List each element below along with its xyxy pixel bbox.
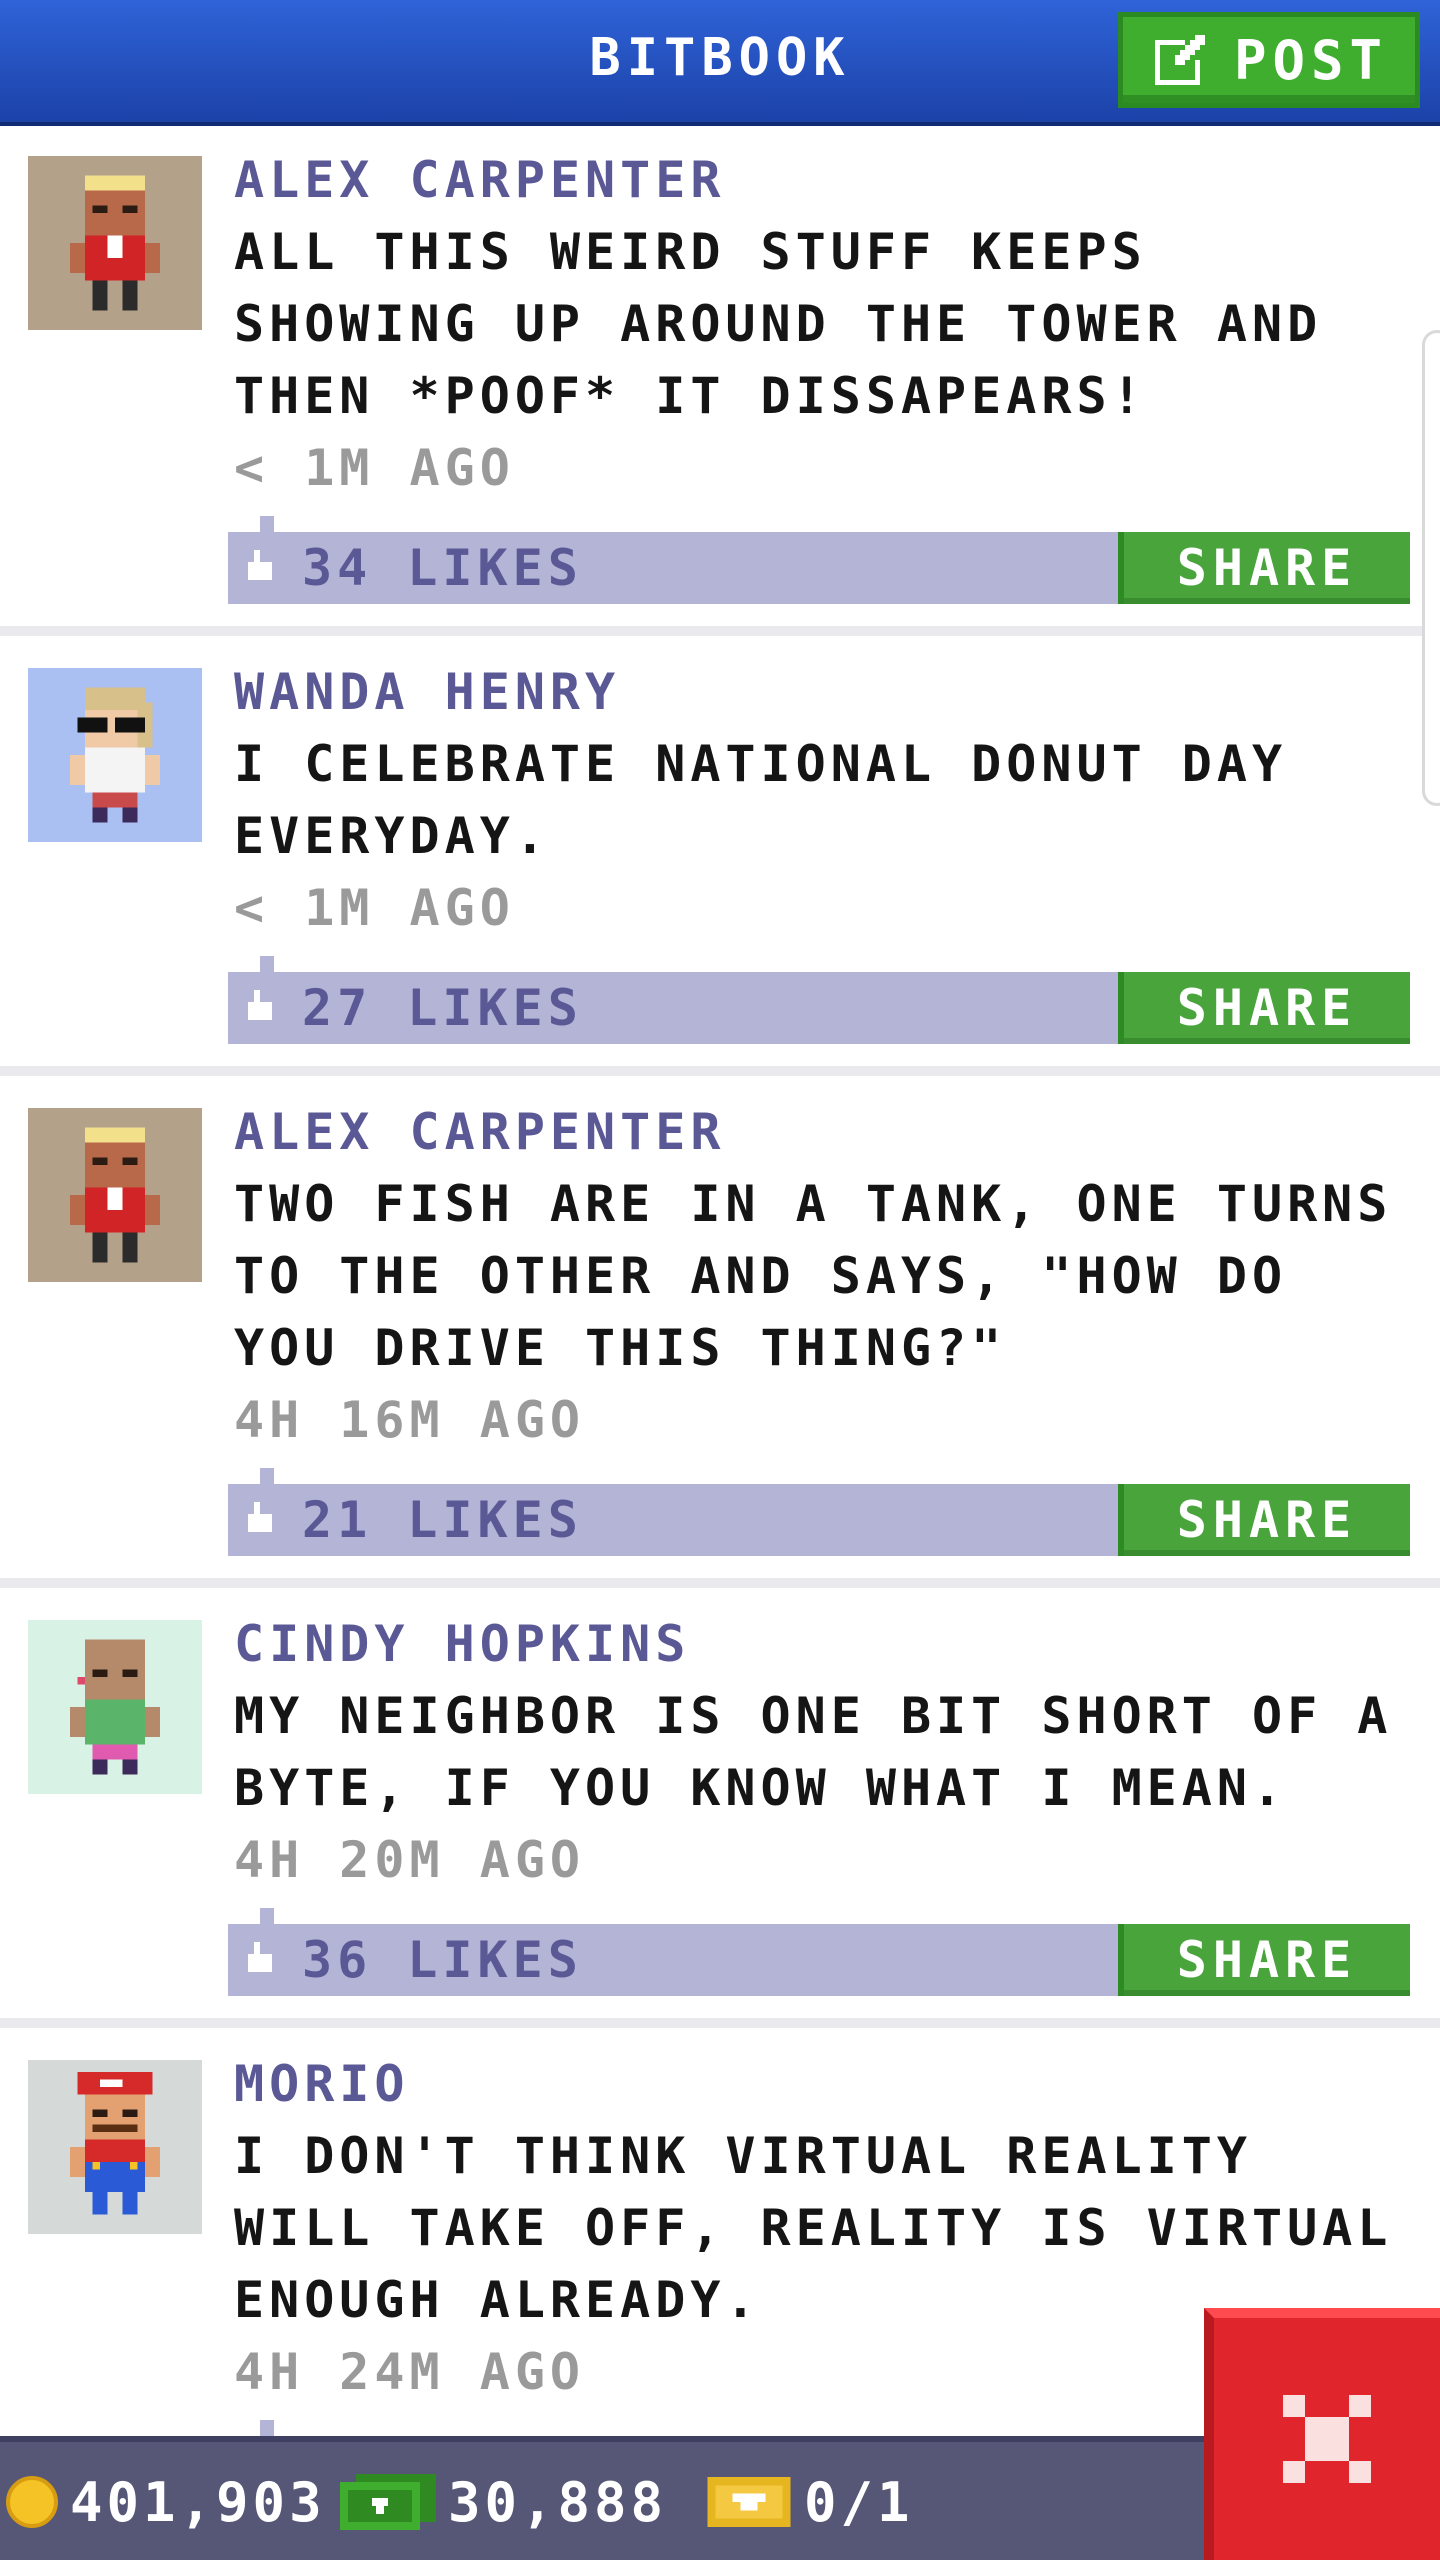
share-button[interactable]: SHARE	[1118, 1924, 1410, 1996]
likes-count: 27 LIKES	[302, 979, 583, 1037]
wanda-avatar-icon	[70, 687, 160, 823]
post-divider	[0, 1066, 1440, 1076]
post-divider	[0, 626, 1440, 636]
share-button[interactable]: SHARE	[1118, 1484, 1410, 1556]
post-button[interactable]: POST	[1118, 12, 1420, 108]
close-button[interactable]	[1204, 2308, 1440, 2560]
likes-bar-tab	[260, 1468, 274, 1484]
app-header: BITBOOK POST	[0, 0, 1440, 126]
avatar[interactable]	[28, 1620, 202, 1794]
post-text: I DON'T THINK VIRTUAL REALITY WILL TAKE …	[234, 2127, 1393, 2329]
morio-avatar-icon	[70, 2072, 160, 2215]
likes-bar: 21 LIKES SHARE	[228, 1468, 1410, 1556]
like-icon[interactable]	[242, 990, 278, 1026]
post-time: < 1M AGO	[234, 879, 515, 937]
avatar[interactable]	[28, 1108, 202, 1282]
post-time: 4H 16M AGO	[234, 1391, 586, 1449]
post-text: MY NEIGHBOR IS ONE BIT SHORT OF A BYTE, …	[234, 1687, 1393, 1817]
coins-value: 401,903	[70, 2470, 326, 2534]
post-divider	[0, 1578, 1440, 1588]
like-icon[interactable]	[242, 550, 278, 586]
post-time: 4H 24M AGO	[234, 2343, 586, 2401]
tickets-value: 0/1	[804, 2470, 914, 2534]
cindy-avatar-icon	[70, 1639, 160, 1775]
post-text: TWO FISH ARE IN A TANK, ONE TURNS TO THE…	[234, 1175, 1393, 1377]
bux-value: 30,888	[448, 2470, 668, 2534]
avatar[interactable]	[28, 2060, 202, 2234]
post-author[interactable]: ALEX CARPENTER	[234, 144, 725, 216]
bux-icon	[340, 2474, 436, 2530]
feed-scrollbar[interactable]	[1422, 330, 1440, 806]
likes-bar-tab	[260, 956, 274, 972]
post-author[interactable]: ALEX CARPENTER	[234, 1096, 725, 1168]
post-author[interactable]: CINDY HOPKINS	[234, 1608, 690, 1680]
likes-count: 36 LIKES	[302, 1931, 583, 1989]
bux-stat: 30,888	[340, 2462, 667, 2542]
like-icon[interactable]	[242, 1942, 278, 1978]
post-button-label: POST	[1233, 28, 1389, 92]
post-author[interactable]: WANDA HENRY	[234, 656, 620, 728]
likes-bar: 34 LIKES SHARE	[228, 516, 1410, 604]
close-icon	[1283, 2395, 1371, 2483]
coin-icon	[6, 2476, 58, 2528]
post-text: ALL THIS WEIRD STUFF KEEPS SHOWING UP AR…	[234, 223, 1323, 425]
share-button[interactable]: SHARE	[1118, 532, 1410, 604]
likes-bar: 27 LIKES SHARE	[228, 956, 1410, 1044]
post-time: 4H 20M AGO	[234, 1831, 586, 1889]
like-icon[interactable]	[242, 1502, 278, 1538]
alex-avatar-icon	[70, 175, 160, 311]
compose-icon	[1154, 35, 1205, 85]
post-divider	[0, 2018, 1440, 2028]
likes-bar-tab	[260, 516, 274, 532]
avatar[interactable]	[28, 156, 202, 330]
ticket-icon	[707, 2477, 791, 2527]
likes-bar: 36 LIKES SHARE	[228, 1908, 1410, 1996]
likes-count: 21 LIKES	[302, 1491, 583, 1549]
avatar[interactable]	[28, 668, 202, 842]
post-author[interactable]: MORIO	[234, 2048, 410, 2120]
likes-bar-tab	[260, 2420, 274, 2436]
alex-avatar-icon	[70, 1127, 160, 1263]
likes-count: 34 LIKES	[302, 539, 583, 597]
coins-stat: 401,903	[6, 2462, 326, 2542]
tickets-stat: 0/1	[706, 2462, 914, 2542]
post-time: < 1M AGO	[234, 439, 515, 497]
share-button[interactable]: SHARE	[1118, 972, 1410, 1044]
post-text: I CELEBRATE NATIONAL DONUT DAY EVERYDAY.	[234, 735, 1288, 865]
likes-bar-tab	[260, 1908, 274, 1924]
